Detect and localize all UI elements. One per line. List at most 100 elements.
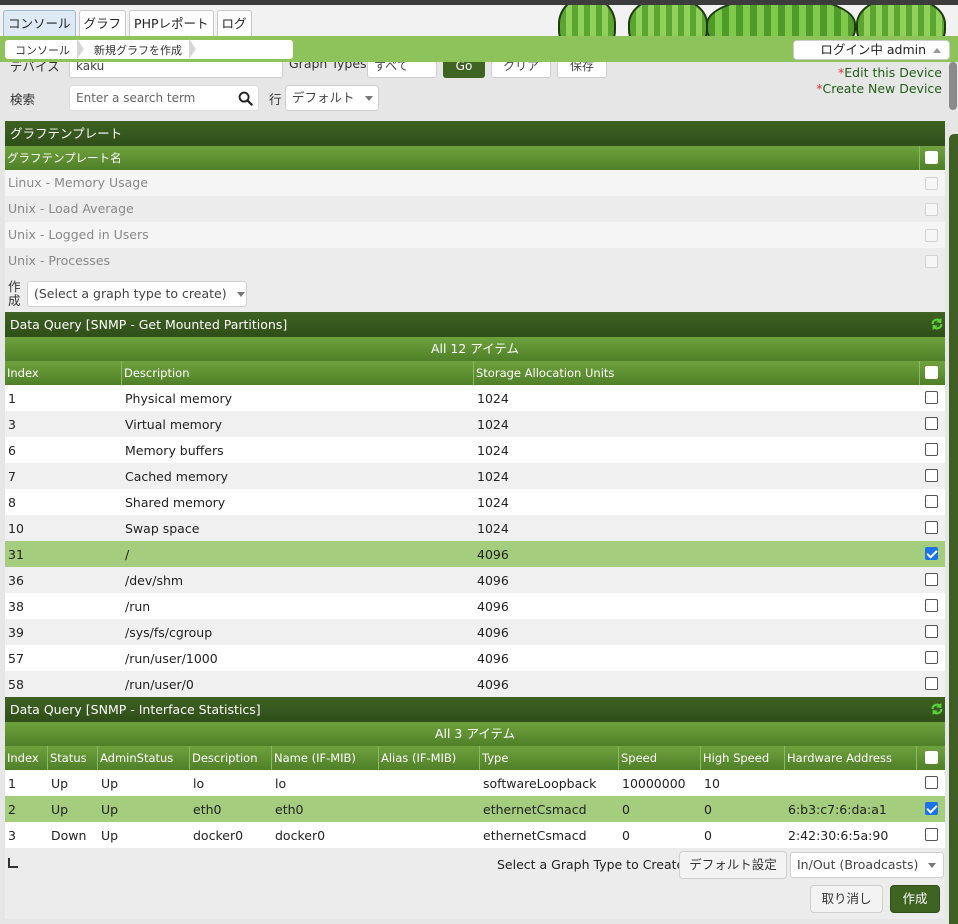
row-checkbox[interactable] [925,391,938,404]
chevron-down-icon [364,96,373,101]
row-checkbox[interactable] [925,776,938,789]
row-checkbox[interactable] [925,495,938,508]
cell-desc: Shared memory [125,494,226,510]
select-all-dq2-checkbox[interactable] [925,751,938,764]
tab-console[interactable]: コンソール [3,10,76,36]
col-index[interactable]: Index [5,361,122,385]
template-name: Unix - Processes [8,253,111,268]
col-alias-if-mib[interactable]: Alias (IF-MIB) [379,746,480,770]
table-row[interactable]: 1 Physical memory 1024 [5,385,945,411]
row-checkbox[interactable] [925,547,938,560]
graph-type-select[interactable]: (Select a graph type to create) [27,281,247,307]
table-row[interactable]: 38/run 4096 [5,593,945,619]
table-row[interactable]: 58/run/user/0 4096 [5,671,945,697]
default-settings-button[interactable]: デフォルト設定 [679,851,787,879]
template-checkbox[interactable] [925,177,938,190]
tab-logs[interactable]: ログ [216,10,252,36]
dq2-header: Index Status AdminStatus Description Name (I… [5,746,945,770]
row-checkbox[interactable] [925,521,938,534]
row-checkbox[interactable] [925,417,938,430]
col-description[interactable]: Description [122,361,474,385]
table-row[interactable]: 10 Swap space 1024 [5,515,945,541]
table-row[interactable]: 57/run/user/1000 4096 [5,645,945,671]
table-row[interactable]: 3 Down Up docker0 docker0 ethernetCsmacd 0 0 2:4… [5,822,945,848]
row-checkbox[interactable] [925,443,938,456]
cell-index: 6 [8,442,16,458]
col-speed[interactable]: Speed [619,746,701,770]
table-row[interactable]: 2 Up Up eth0 eth0 ethernetCsmacd 0 0 6:b3:c7:6:d… [5,796,945,822]
col-adminstatus[interactable]: AdminStatus [98,746,190,770]
breadcrumb-new-graph[interactable]: 新規グラフを作成 [84,38,196,59]
col-description[interactable]: Description [190,746,272,770]
table-row[interactable]: 8 Shared memory 1024 [5,489,945,515]
interface-graph-type-select[interactable]: In/Out (Broadcasts) [790,852,944,878]
search-icon[interactable] [238,91,253,106]
cancel-button[interactable]: 取り消し [810,885,883,913]
table-cell: 10 [704,775,720,791]
row-checkbox[interactable] [925,677,938,690]
refresh-icon[interactable] [930,702,944,716]
create-button[interactable]: 作成 [890,885,940,913]
rows-label: 行 [269,92,282,107]
top-bar: コンソール グラフ PHPレポート ログ [0,0,958,37]
login-menu[interactable]: ログイン中 admin [793,40,950,60]
table-row[interactable]: 6 Memory buffers 1024 [5,437,945,463]
col-name-if-mib[interactable]: Name (IF-MIB) [272,746,379,770]
col-type[interactable]: Type [480,746,619,770]
cell-index: 39 [8,624,24,640]
scrollbar-track-active[interactable] [949,134,958,924]
device-label: デバイス [10,62,60,74]
vertical-scrollbar[interactable] [948,62,958,924]
dq2-title: Data Query [SNMP - Interface Statistics] [5,697,945,722]
select-all-templates-checkbox[interactable] [925,151,938,164]
row-checkbox[interactable] [925,625,938,638]
row-checkbox[interactable] [925,651,938,664]
filter-row-device: デバイス kaku Graph Types すべて Go クリア 保存 [0,62,948,82]
row-checkbox[interactable] [925,469,938,482]
table-cell: 0 [622,801,630,817]
dq1-summary: All 12 アイテム [5,337,945,361]
graph-template-name-col[interactable]: グラフテンプレート名 [5,146,920,170]
tab-graphs[interactable]: グラフ [78,10,127,36]
rows-select[interactable]: デフォルト [285,85,379,111]
save-button[interactable]: 保存 [557,62,607,78]
tab-php-reports[interactable]: PHPレポート [129,10,214,36]
cell-units: 4096 [477,676,509,692]
table-row[interactable]: 36/dev/shm 4096 [5,567,945,593]
col-index[interactable]: Index [5,746,48,770]
table-row[interactable]: 39/sys/fs/cgroup 4096 [5,619,945,645]
dq2-summary: All 3 アイテム [5,722,945,746]
search-input[interactable]: Enter a search term [69,85,259,111]
table-row[interactable]: 3 Virtual memory 1024 [5,411,945,437]
table-cell: Down [51,827,87,843]
col-hardware-address[interactable]: Hardware Address [785,746,917,770]
edit-device-link[interactable]: Edit this Device [844,65,942,80]
row-checkbox[interactable] [925,828,938,841]
row-checkbox[interactable] [925,599,938,612]
col-high-speed[interactable]: High Speed [701,746,785,770]
row-checkbox[interactable] [925,802,938,815]
scrollbar-thumb[interactable] [949,62,957,110]
table-row[interactable]: 1 Up Up lo lo softwareLoopback 10000000 10 [5,770,945,796]
template-checkbox[interactable] [925,203,938,216]
graph-types-select[interactable]: すべて [367,62,437,78]
breadcrumb-console[interactable]: コンソール [5,38,84,59]
table-row[interactable]: 31 / 4096 [5,541,945,567]
device-input[interactable]: kaku [69,62,283,78]
table-row[interactable]: 7 Cached memory 1024 [5,463,945,489]
table-cell: 0 [622,827,630,843]
template-checkbox[interactable] [925,229,938,242]
template-checkbox[interactable] [925,255,938,268]
go-button[interactable]: Go [443,62,485,78]
table-cell: ethernetCsmacd [483,801,587,817]
refresh-icon[interactable] [930,317,944,331]
row-checkbox[interactable] [925,573,938,586]
col-status[interactable]: Status [48,746,98,770]
template-row: Unix - Load Average [5,196,945,222]
clear-button[interactable]: クリア [491,62,551,78]
table-cell: Up [51,775,69,791]
col-storage-units[interactable]: Storage Allocation Units [474,361,920,385]
dq1-title: Data Query [SNMP - Get Mounted Partition… [5,312,945,337]
create-device-link[interactable]: Create New Device [823,81,943,96]
select-all-dq1-checkbox[interactable] [925,366,938,379]
